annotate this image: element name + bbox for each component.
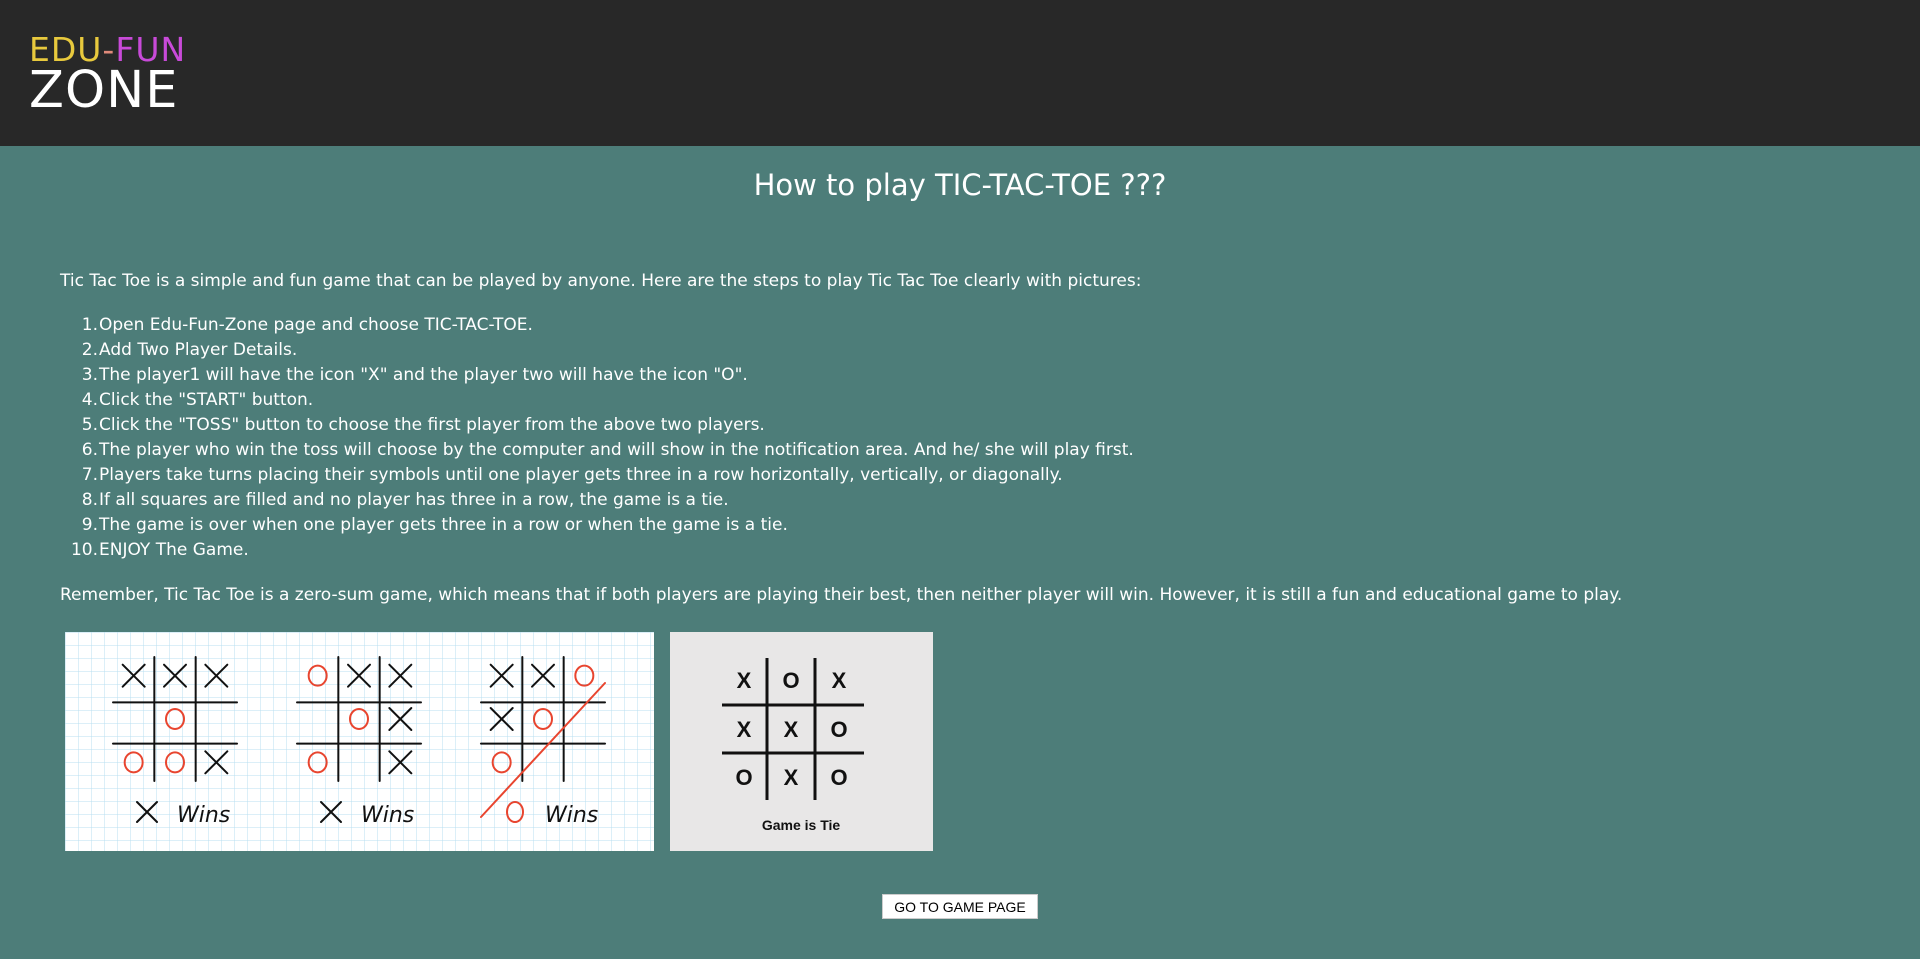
tie-cell: O — [782, 668, 799, 693]
step-text: Click the "START" button. — [99, 390, 314, 410]
step-item: 3. The player1 will have the icon "X" and… — [60, 365, 1134, 390]
step-number: 6. — [81, 440, 98, 460]
tie-cell: X — [784, 765, 799, 790]
tie-cell: X — [784, 717, 799, 742]
wins-caption: Wins — [361, 803, 414, 828]
go-to-game-page-button[interactable]: GO TO GAME PAGE — [882, 894, 1038, 919]
steps-list: 1. Open Edu-Fun-Zone page and choose TIC-… — [60, 315, 1134, 565]
step-item: 1. Open Edu-Fun-Zone page and choose TIC-… — [60, 315, 1134, 340]
step-text: ENJOY The Game. — [99, 540, 249, 560]
tie-cell: O — [830, 717, 847, 742]
tie-cell: X — [832, 668, 847, 693]
step-number: 9. — [81, 515, 98, 535]
step-item: 10. ENJOY The Game. — [60, 540, 1134, 565]
step-item: 7. Players take turns placing their symbo… — [60, 465, 1134, 490]
tie-example-image: XOXXXOOXO Game is Tie — [670, 632, 933, 851]
step-number: 1. — [81, 315, 98, 335]
step-text: Open Edu-Fun-Zone page and choose TIC-TA… — [99, 315, 533, 335]
step-text: The game is over when one player gets th… — [99, 515, 788, 535]
winning-examples-image: Wins Wins Wins — [65, 632, 654, 851]
step-item: 9. The game is over when one player gets … — [60, 515, 1134, 540]
step-number: 4. — [81, 390, 98, 410]
step-number: 3. — [81, 365, 98, 385]
step-text: Players take turns placing their symbols… — [99, 465, 1063, 485]
step-text: Add Two Player Details. — [99, 340, 298, 360]
tie-cell: X — [737, 717, 752, 742]
wins-caption: Wins — [177, 803, 230, 828]
step-number: 7. — [81, 465, 98, 485]
step-item: 5. Click the "TOSS" button to choose the … — [60, 415, 1134, 440]
step-number: 10. — [70, 540, 98, 560]
step-item: 6. The player who win the toss will choos… — [60, 440, 1134, 465]
step-number: 5. — [81, 415, 98, 435]
step-text: The player1 will have the icon "X" and t… — [99, 365, 748, 385]
step-item: 4. Click the "START" button. — [60, 390, 1134, 415]
tie-cell: O — [735, 765, 752, 790]
step-number: 8. — [81, 490, 98, 510]
tie-cell: O — [830, 765, 847, 790]
tie-cell: X — [737, 668, 752, 693]
step-item: 2. Add Two Player Details. — [60, 340, 1134, 365]
step-text: The player who win the toss will choose … — [99, 440, 1134, 460]
step-number: 2. — [81, 340, 98, 360]
step-item: 8. If all squares are filled and no playe… — [60, 490, 1134, 515]
page-title: How to play TIC-TAC-TOE ??? — [753, 168, 1167, 202]
edu-fun-zone-logo[interactable]: EDU-FUN ZONE — [29, 31, 199, 113]
site-header: EDU-FUN ZONE — [0, 0, 1920, 146]
intro-text: Tic Tac Toe is a simple and fun game tha… — [60, 271, 1142, 291]
tie-caption: Game is Tie — [762, 817, 841, 833]
remember-text: Remember, Tic Tac Toe is a zero-sum game… — [60, 585, 1623, 605]
step-text: If all squares are filled and no player … — [99, 490, 729, 510]
wins-caption: Wins — [545, 803, 598, 828]
logo-zone: ZONE — [29, 61, 178, 113]
step-text: Click the "TOSS" button to choose the fi… — [99, 415, 765, 435]
